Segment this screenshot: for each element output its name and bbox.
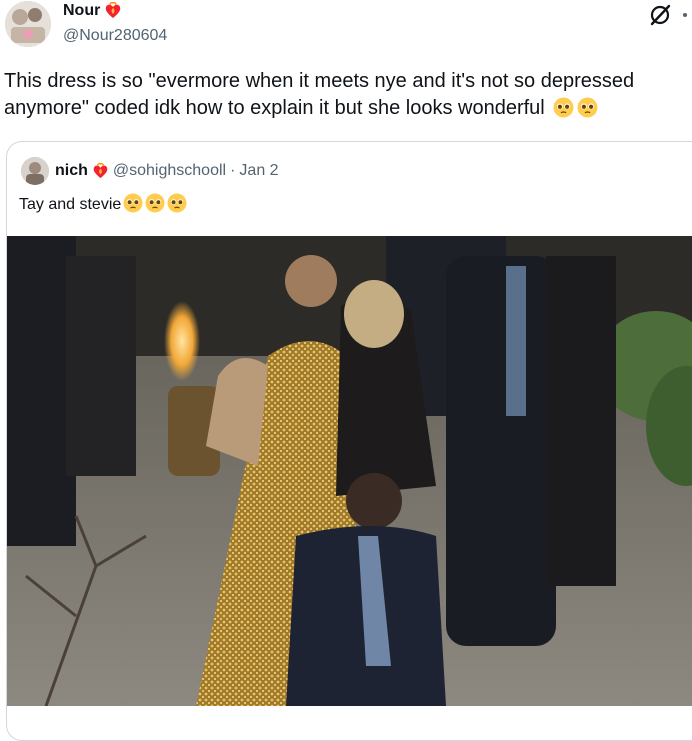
quoted-author-row: nich @sohighschooll · Jan 2 xyxy=(55,162,279,180)
quoted-media-photo[interactable] xyxy=(7,236,692,707)
author-avatar[interactable] xyxy=(5,1,51,47)
quoted-separator: · xyxy=(230,162,236,179)
quoted-body: Tay and stevie xyxy=(19,196,122,213)
quoted-date[interactable]: Jan 2 xyxy=(239,162,278,180)
quoted-display-name[interactable]: nich xyxy=(55,162,88,180)
heart-fire-icon xyxy=(106,2,121,18)
pleading-face-emoji-icon xyxy=(145,193,165,213)
tweet: Nour @Nour280604 This dress is so "everm… xyxy=(0,0,692,741)
quoted-avatar-image xyxy=(21,157,49,185)
avatar-image xyxy=(5,1,51,47)
author-name-row[interactable]: Nour xyxy=(63,2,122,20)
more-dots-icon[interactable] xyxy=(680,5,690,25)
grok-icon[interactable] xyxy=(648,3,672,27)
pleading-face-emoji-icon xyxy=(123,193,143,213)
quoted-handle[interactable]: @sohighschooll xyxy=(113,162,226,180)
author-display-name[interactable]: Nour xyxy=(63,2,100,20)
pleading-face-emoji-icon xyxy=(167,193,187,213)
pleading-face-emoji-icon xyxy=(553,97,574,118)
photo-scene xyxy=(7,236,692,707)
author-handle[interactable]: @Nour280604 xyxy=(63,27,167,45)
quoted-author-avatar[interactable] xyxy=(21,157,49,185)
heart-fire-icon xyxy=(93,162,108,178)
pleading-face-emoji-icon xyxy=(577,97,598,118)
tweet-text: This dress is so "evermore when it meets… xyxy=(4,68,688,122)
quoted-text: Tay and stevie xyxy=(19,193,187,214)
quoted-tweet[interactable]: nich @sohighschooll · Jan 2 Tay and stev… xyxy=(6,141,692,741)
tweet-body: This dress is so "evermore when it meets… xyxy=(4,70,635,119)
